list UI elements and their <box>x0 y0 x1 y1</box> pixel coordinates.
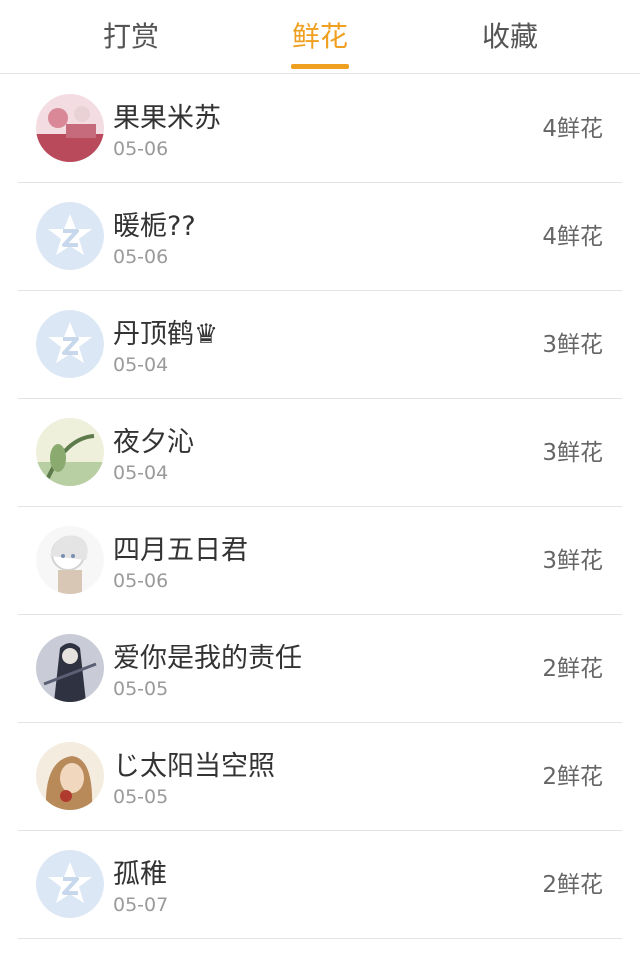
list-item[interactable]: 夜夕沁 05-04 3鲜花 <box>18 398 622 507</box>
flower-count: 2鲜花 <box>542 656 603 682</box>
flower-count: 2鲜花 <box>542 764 603 790</box>
tab-bar: 打赏 鲜花 收藏 <box>0 0 640 74</box>
user-name: 爱你是我的责任 <box>113 643 302 674</box>
gift-date: 05-06 <box>113 570 169 592</box>
gift-date: 05-05 <box>113 678 169 700</box>
gift-date: 05-07 <box>113 894 169 916</box>
tab-favorites[interactable]: 收藏 <box>430 0 590 73</box>
flower-count: 4鲜花 <box>542 116 603 142</box>
gift-date: 05-04 <box>113 462 169 484</box>
user-name: 丹顶鹤♛ <box>113 319 219 350</box>
avatar[interactable] <box>36 526 104 594</box>
user-name: じ太阳当空照 <box>113 751 275 782</box>
user-name: 暖栀?? <box>113 211 196 242</box>
gift-date: 05-04 <box>113 354 169 376</box>
flower-count: 3鲜花 <box>542 440 603 466</box>
avatar[interactable] <box>36 94 104 162</box>
tab-tips[interactable]: 打赏 <box>51 0 211 73</box>
list-item[interactable]: 孤稚 05-07 2鲜花 <box>18 830 622 939</box>
list-item[interactable]: 果果米苏 05-06 4鲜花 <box>18 74 622 183</box>
user-name: 果果米苏 <box>113 103 221 134</box>
list-item[interactable]: 四月五日君 05-06 3鲜花 <box>18 506 622 615</box>
avatar[interactable] <box>36 850 104 918</box>
list-item[interactable]: 爱你是我的责任 05-05 2鲜花 <box>18 614 622 723</box>
flower-count: 4鲜花 <box>542 224 603 250</box>
user-name: 夜夕沁 <box>113 427 194 458</box>
avatar[interactable] <box>36 310 104 378</box>
flower-count: 3鲜花 <box>542 548 603 574</box>
tab-flowers[interactable]: 鲜花 <box>240 0 400 73</box>
list-item[interactable]: 丹顶鹤♛ 05-04 3鲜花 <box>18 290 622 399</box>
avatar[interactable] <box>36 634 104 702</box>
flower-count: 2鲜花 <box>542 872 603 898</box>
gift-date: 05-05 <box>113 786 169 808</box>
list-item[interactable]: じ太阳当空照 05-05 2鲜花 <box>18 722 622 831</box>
gift-date: 05-06 <box>113 138 169 160</box>
avatar[interactable] <box>36 742 104 810</box>
flower-count: 3鲜花 <box>542 332 603 358</box>
gift-date: 05-06 <box>113 246 169 268</box>
active-tab-indicator <box>291 64 349 69</box>
user-name: 孤稚 <box>113 859 167 890</box>
user-name: 四月五日君 <box>113 535 248 566</box>
list-item[interactable]: 暖栀?? 05-06 4鲜花 <box>18 182 622 291</box>
avatar[interactable] <box>36 202 104 270</box>
avatar[interactable] <box>36 418 104 486</box>
